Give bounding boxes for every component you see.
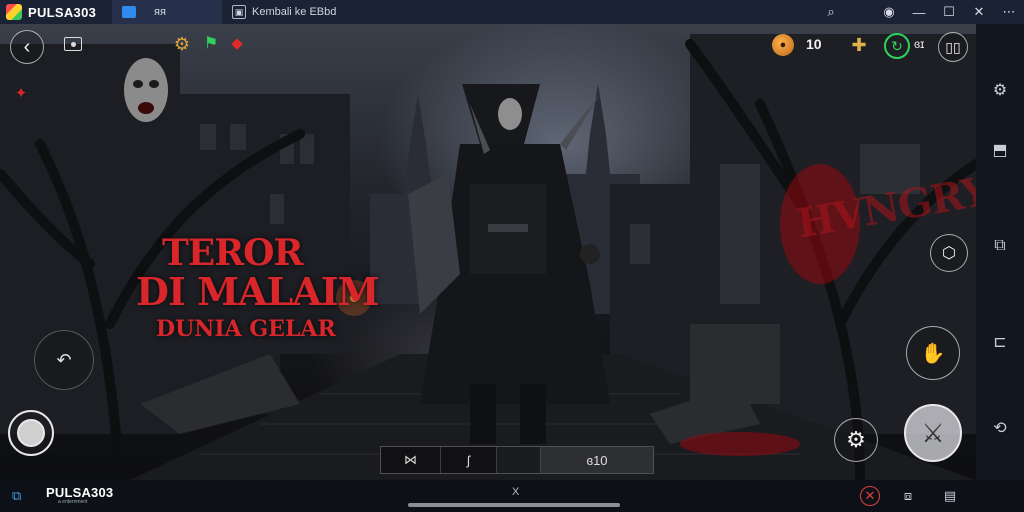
home-icon — [122, 6, 136, 18]
item-bar: ⋈ ʃ ɞ10 — [380, 446, 654, 474]
level-ring-icon[interactable]: ↻ — [884, 33, 910, 59]
window-titlebar: PULSA303 ᴙᴙ ▣ Kembali ke EBbd ⌕ ◉ — ☐ ✕ … — [0, 0, 1024, 24]
book-icon[interactable]: ▯▯ — [938, 32, 968, 62]
green-flag-icon[interactable]: ⚑ — [202, 34, 220, 52]
camera-icon[interactable] — [64, 37, 82, 51]
red-flag-icon[interactable]: ◆ — [228, 34, 246, 52]
game-title-line1: TEROR — [162, 232, 303, 274]
item-slot-3[interactable] — [497, 447, 541, 473]
gear-icon[interactable]: ⚙ — [172, 34, 192, 54]
tab-home[interactable]: ᴙᴙ — [112, 0, 222, 24]
clipboard-icon[interactable]: ▤ — [940, 486, 960, 506]
brand-logo-icon: ⧉ — [12, 488, 22, 503]
app-brand[interactable]: PULSA303 — [0, 0, 112, 24]
drag-handle[interactable] — [408, 503, 620, 507]
item-slot-2[interactable]: ʃ — [441, 447, 497, 473]
minimize-icon[interactable]: — — [904, 0, 934, 24]
hooded-character — [408, 84, 610, 444]
game-title-line3: DUNIA GELAR — [156, 316, 336, 342]
settings-icon[interactable]: ⚙ — [988, 78, 1012, 102]
game-scene — [0, 34, 976, 480]
bottom-brand-sub: a enternment — [58, 499, 88, 505]
fire-button[interactable] — [8, 410, 54, 456]
settings-gear-button[interactable]: ⚙ — [834, 418, 878, 462]
level-label: ɞɪ — [914, 37, 925, 51]
lock-target-button[interactable]: ⬡ — [930, 234, 968, 272]
tab-secondary-label: ᴙᴙ — [154, 6, 166, 18]
window-controls: ⌕ ◉ — ☐ ✕ ⋯ — [816, 0, 1024, 24]
tab-game-label: Kembali ke EBbd — [252, 6, 337, 18]
bottom-close-mark[interactable]: X — [512, 486, 519, 498]
emulator-sidebar: ⚙ ⬒ ⧉ ⊏ ⟲ — [976, 24, 1024, 480]
more-icon[interactable]: ⋯ — [994, 0, 1024, 24]
maximize-icon[interactable]: ☐ — [934, 0, 964, 24]
item-slot-4[interactable]: ɞ10 — [541, 447, 653, 473]
app-logo-icon — [6, 4, 22, 20]
coin-icon: ● — [772, 34, 794, 56]
ghoul-face — [124, 58, 168, 122]
grab-button[interactable]: ✋ — [906, 326, 960, 380]
game-title-line2: DI MALAIM — [136, 269, 380, 314]
record-icon[interactable]: ✕ — [860, 486, 880, 506]
game-tab-icon: ▣ — [232, 5, 246, 19]
attack-button[interactable]: ⚔ — [904, 404, 962, 462]
app-name: PULSA303 — [28, 4, 97, 20]
screenshot-icon[interactable]: ⧈ — [898, 486, 918, 506]
tab-game[interactable]: ▣ Kembali ke EBbd — [222, 0, 346, 24]
movement-joystick[interactable]: ↶ — [34, 330, 94, 390]
back-button[interactable]: ‹ — [10, 30, 44, 64]
item-slot-1[interactable]: ⋈ — [381, 447, 441, 473]
game-viewport[interactable]: TEROR DI MALAIM DUNIA GELAR HVNGRY — [0, 24, 976, 480]
screenshot-icon[interactable]: ⧉ — [988, 234, 1012, 258]
close-icon[interactable]: ✕ — [964, 0, 994, 24]
coin-count: 10 — [806, 36, 822, 52]
fullscreen-icon[interactable]: ⬒ — [988, 138, 1012, 162]
record-icon[interactable]: ◉ — [874, 0, 904, 24]
shake-icon[interactable]: ⊏ — [988, 330, 1012, 354]
chest-icon[interactable]: ✚ — [848, 34, 870, 56]
rotate-icon[interactable]: ⟲ — [988, 416, 1012, 440]
search-icon[interactable]: ⌕ — [816, 0, 846, 24]
blood-mark-icon: ✦ — [14, 85, 28, 102]
bottom-brand: PULSA303 — [46, 485, 114, 500]
